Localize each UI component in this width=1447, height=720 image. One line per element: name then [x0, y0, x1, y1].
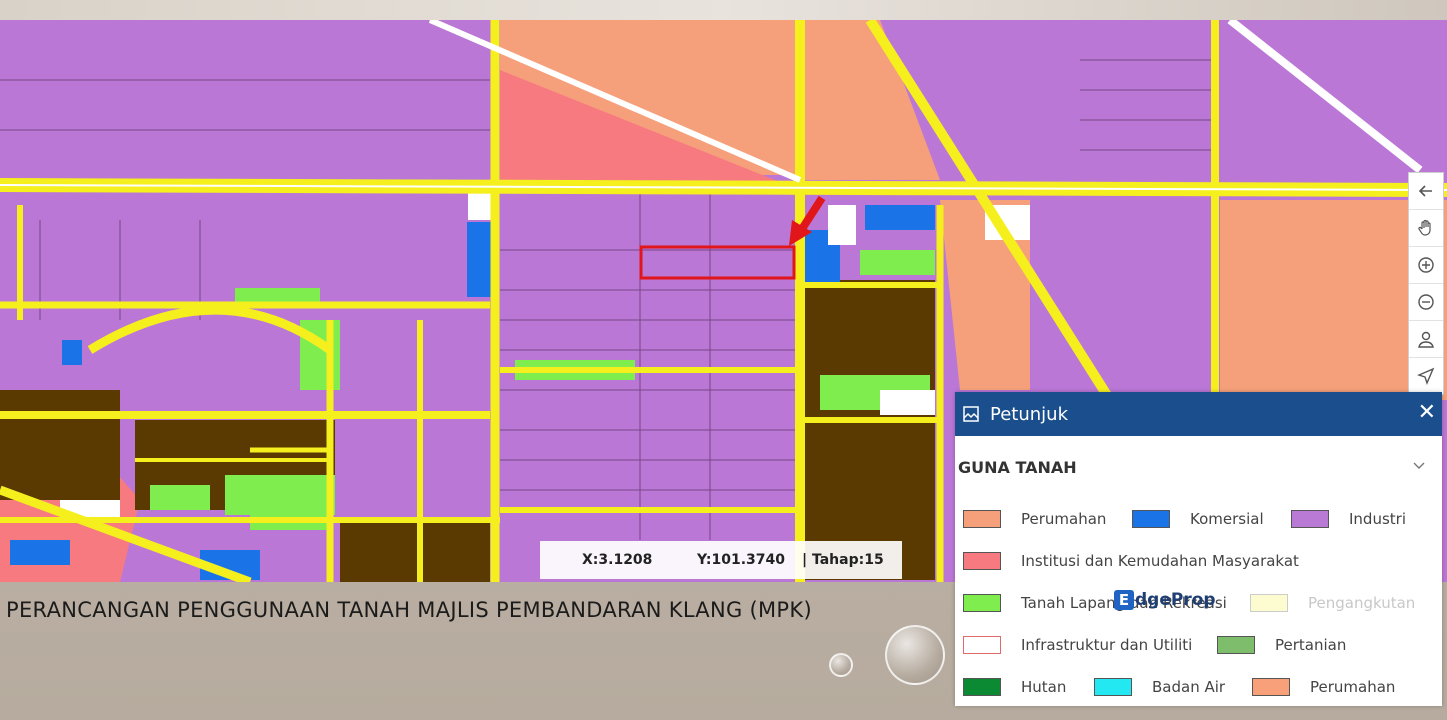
legend-label: Hutan — [1021, 678, 1067, 696]
legend-section-title: GUNA TANAH — [958, 458, 1077, 477]
legend-panel: Petunjuk ✕ GUNA TANAH Perumahan Komersia… — [955, 392, 1442, 706]
legend-swatch — [1291, 510, 1329, 528]
legend-swatch — [963, 552, 1001, 570]
legend-item-pertanian: Pertanian — [1217, 636, 1346, 654]
legend-label: Badan Air — [1152, 678, 1226, 696]
watermark-text: dgeProp — [1135, 590, 1216, 610]
legend-swatch — [963, 510, 1001, 528]
zoom-in-icon[interactable] — [1409, 247, 1443, 284]
back-arrow-icon[interactable] — [1409, 173, 1443, 210]
legend-label: Industri — [1349, 510, 1406, 528]
close-icon[interactable]: ✕ — [1418, 402, 1436, 424]
legend-swatch — [1217, 636, 1255, 654]
legend-item-komersial: Komersial — [1132, 510, 1264, 528]
legend-swatch — [1132, 510, 1170, 528]
legend-label: Perumahan — [1021, 510, 1107, 528]
edgeprop-watermark: E dgeProp — [1114, 590, 1216, 610]
legend-swatch — [1094, 678, 1132, 696]
map-toolbar — [1408, 172, 1444, 395]
page-caption: PERANCANGAN PENGGUNAAN TANAH MAJLIS PEMB… — [6, 598, 812, 622]
legend-swatch — [963, 594, 1001, 612]
pan-hand-icon[interactable] — [1409, 210, 1443, 247]
legend-swatch — [1252, 678, 1290, 696]
legend-item-badan-air: Badan Air — [1094, 678, 1225, 696]
decorative-bubble — [885, 625, 945, 685]
person-icon[interactable] — [1409, 321, 1443, 358]
legend-swatch — [963, 636, 1001, 654]
coordinate-readout: X:3.1208 Y:101.3740 | Tahap:15 — [540, 541, 902, 579]
legend-title: Petunjuk — [990, 403, 1068, 425]
legend-item-infrastruktur: Infrastruktur dan Utiliti — [963, 636, 1192, 654]
legend-item-perumahan: Perumahan — [963, 510, 1106, 528]
legend-swatch — [1250, 594, 1288, 612]
coord-x: X:3.1208 — [582, 552, 653, 568]
coord-y: Y:101.3740 — [697, 552, 786, 568]
legend-label: Komersial — [1190, 510, 1264, 528]
legend-label: Institusi dan Kemudahan Masyarakat — [1021, 552, 1299, 570]
navigate-icon[interactable] — [1409, 358, 1443, 394]
decorative-bubble — [829, 653, 853, 677]
legend-item-institusi: Institusi dan Kemudahan Masyarakat — [963, 552, 1299, 570]
legend-item-perumahan-2: Perumahan — [1252, 678, 1395, 696]
legend-item-hutan: Hutan — [963, 678, 1066, 696]
legend-header: Petunjuk ✕ — [955, 392, 1442, 436]
legend-label: Pertanian — [1275, 636, 1347, 654]
zoom-out-icon[interactable] — [1409, 284, 1443, 321]
zoom-level: | Tahap:15 — [802, 552, 884, 568]
legend-label: Infrastruktur dan Utiliti — [1021, 636, 1193, 654]
chevron-down-icon[interactable] — [1412, 458, 1426, 472]
legend-item-industri: Industri — [1291, 510, 1406, 528]
watermark-logo-icon: E — [1114, 590, 1134, 610]
legend-swatch — [963, 678, 1001, 696]
top-frame-band — [0, 0, 1447, 22]
map-icon — [963, 406, 979, 422]
legend-item-pengangkutan: Pengangkutan — [1250, 594, 1415, 612]
legend-label: Perumahan — [1310, 678, 1396, 696]
legend-label: Pengangkutan — [1308, 594, 1416, 612]
